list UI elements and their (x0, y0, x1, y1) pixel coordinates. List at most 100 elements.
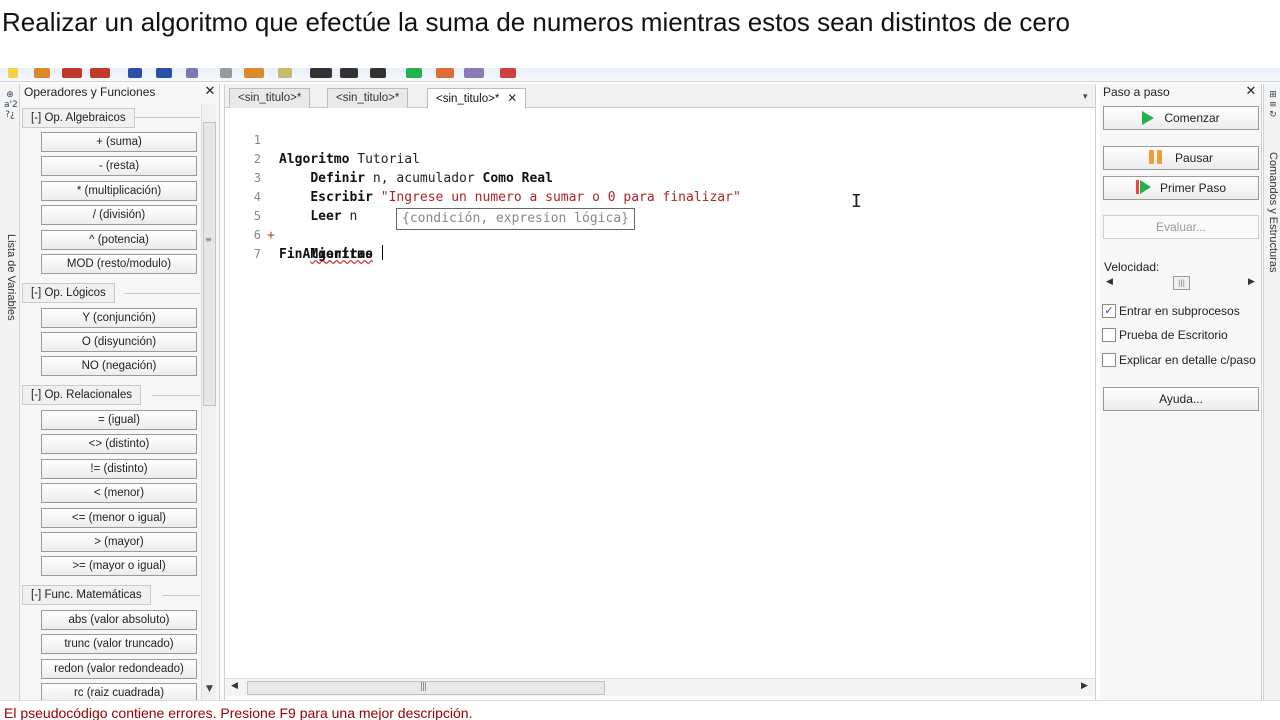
speed-slider[interactable]: ◀ ||| ▶ (1104, 276, 1258, 290)
scroll-left-icon[interactable]: ◀ (231, 681, 238, 691)
tab-file-3[interactable]: <sin_titulo>* ✕ (427, 88, 527, 109)
section-title-label: Func. Matemáticas (44, 589, 142, 601)
comment-icon[interactable] (370, 68, 386, 78)
flowchart-icon[interactable] (464, 68, 484, 78)
op-resta-button[interactable]: - (resta) (41, 156, 197, 176)
redo-icon[interactable] (156, 68, 172, 78)
desk-check-checkbox[interactable]: Prueba de Escritorio (1102, 327, 1262, 343)
code-line: 5 + Mientras (225, 188, 1095, 262)
func-rc-button[interactable]: rc (raiz cuadrada) (41, 683, 197, 700)
page-title: Realizar un algoritmo que efectúe la sum… (2, 7, 1071, 37)
op-multiplicacion-button[interactable]: * (multiplicación) (41, 181, 197, 201)
checkbox-label: Entrar en subprocesos (1119, 304, 1240, 318)
slider-left-icon[interactable]: ◀ (1106, 277, 1113, 287)
section-divider (152, 395, 200, 396)
tab-file-1[interactable]: <sin_titulo>* (229, 88, 311, 108)
print-icon[interactable] (90, 68, 110, 78)
slider-right-icon[interactable]: ▶ (1248, 277, 1255, 287)
section-title-label: Op. Algebraicos (44, 112, 126, 124)
op-mayor-button[interactable]: > (mayor) (41, 532, 197, 552)
op-mayor-igual-button[interactable]: >= (mayor o igual) (41, 556, 197, 576)
collapse-toggle[interactable]: [-] (31, 287, 41, 299)
checkbox-box[interactable] (1102, 353, 1116, 367)
op-division-button[interactable]: / (división) (41, 205, 197, 225)
tab-bar: <sin_titulo>* <sin_titulo>* <sin_titulo>… (225, 84, 1095, 109)
step-icon[interactable] (436, 68, 454, 78)
start-button[interactable]: Comenzar (1103, 106, 1259, 130)
variables-strip[interactable]: ⊕ a'2 ?¿ Lista de Variables (0, 84, 20, 700)
section-title-label: Op. Relacionales (44, 389, 133, 401)
section-relational[interactable]: [-] Op. Relacionales (22, 385, 142, 405)
step-into-subprocesses-checkbox[interactable]: ✓ Entrar en subprocesos (1102, 303, 1262, 319)
collapse-toggle[interactable]: [-] (31, 589, 41, 601)
code-line: 2 Definir n, acumulador Como Real (225, 131, 1095, 186)
op-distinto-button[interactable]: <> (distinto) (41, 434, 197, 454)
evaluate-button[interactable]: Evaluar... (1103, 215, 1259, 239)
code-line: 4 Leer n (225, 169, 1095, 224)
unindent-icon[interactable] (340, 68, 358, 78)
func-redon-button[interactable]: redon (valor redondeado) (41, 659, 197, 679)
op-o-button[interactable]: O (disyunción) (41, 332, 197, 352)
collapse-toggle[interactable]: [-] (31, 389, 41, 401)
copy-icon[interactable] (220, 68, 232, 78)
section-algebraic[interactable]: [-] Op. Algebraicos (22, 108, 135, 128)
op-menor-igual-button[interactable]: <= (menor o igual) (41, 508, 197, 528)
section-divider (124, 117, 200, 118)
close-icon[interactable]: ✕ (507, 89, 517, 107)
section-title-label: Op. Lógicos (44, 287, 106, 299)
paste-icon[interactable] (244, 68, 264, 78)
tab-label: <sin_titulo>* (436, 93, 500, 105)
scrollbar-thumb[interactable] (203, 122, 216, 406)
open-icon[interactable] (8, 68, 18, 78)
first-step-button[interactable]: Primer Paso (1103, 176, 1259, 200)
text-caret (381, 245, 383, 260)
save-as-icon[interactable] (62, 68, 82, 78)
func-abs-button[interactable]: abs (valor absoluto) (41, 610, 197, 630)
indent-icon[interactable] (310, 68, 332, 78)
pause-button[interactable]: Pausar (1103, 146, 1259, 170)
variables-strip-label: Lista de Variables (5, 234, 17, 321)
op-y-button[interactable]: Y (conjunción) (41, 308, 197, 328)
section-logical[interactable]: [-] Op. Lógicos (22, 283, 115, 303)
tab-menu-icon[interactable]: ▾ (1083, 92, 1093, 102)
speed-label: Velocidad: (1104, 260, 1160, 274)
code-area[interactable]: 1 Algoritmo Tutorial 2 Definir n, acumul… (225, 112, 1095, 678)
tab-file-2[interactable]: <sin_titulo>* (327, 88, 409, 108)
close-icon[interactable]: ✕ (203, 84, 217, 100)
toolbar (0, 68, 1280, 82)
explain-detail-checkbox[interactable]: Explicar en detalle c/paso (1102, 352, 1262, 368)
help-button[interactable]: Ayuda... (1103, 387, 1259, 411)
section-math-functions[interactable]: [-] Func. Matemáticas (22, 585, 151, 605)
help-icon[interactable] (500, 68, 516, 78)
checkbox-box[interactable]: ✓ (1102, 304, 1116, 318)
op-potencia-button[interactable]: ^ (potencia) (41, 230, 197, 250)
operators-panel: Operadores y Funciones ✕ [-] Op. Algebra… (20, 84, 220, 700)
commands-strip-label: Comandos y Estructuras (1267, 152, 1279, 273)
horizontal-scrollbar[interactable]: ◀ ||| ▶ (225, 678, 1095, 696)
save-icon[interactable] (34, 68, 50, 78)
op-distinto-alt-button[interactable]: != (distinto) (41, 459, 197, 479)
commands-strip[interactable]: ⊞ ≡ ↻ Comandos y Estructuras (1263, 84, 1280, 700)
op-menor-button[interactable]: < (menor) (41, 483, 197, 503)
section-divider (124, 293, 200, 294)
op-suma-button[interactable]: + (suma) (41, 132, 197, 152)
cut-icon[interactable] (186, 68, 198, 78)
scroll-right-icon[interactable]: ▶ (1081, 681, 1088, 691)
pseint-window: Realizar un algoritmo que efectúe la sum… (0, 0, 1280, 720)
scroll-down-icon[interactable]: ▼ (204, 684, 215, 694)
collapse-toggle[interactable]: [-] (31, 112, 41, 124)
undo-icon[interactable] (128, 68, 142, 78)
scrollbar-thumb[interactable]: ||| (247, 681, 605, 695)
op-mod-button[interactable]: MOD (resto/modulo) (41, 254, 197, 274)
close-icon[interactable]: ✕ (1244, 84, 1258, 100)
op-no-button[interactable]: NO (negación) (41, 356, 197, 376)
operators-scrollbar[interactable]: ≡ ▼ (201, 104, 216, 700)
run-icon[interactable] (406, 68, 422, 78)
checkbox-box[interactable] (1102, 328, 1116, 342)
code-editor: <sin_titulo>* <sin_titulo>* <sin_titulo>… (224, 84, 1096, 700)
func-trunc-button[interactable]: trunc (valor truncado) (41, 634, 197, 654)
code-line: 1 Algoritmo Tutorial (225, 112, 1095, 167)
find-icon[interactable] (278, 68, 292, 78)
op-igual-button[interactable]: = (igual) (41, 410, 197, 430)
slider-thumb[interactable]: ||| (1173, 276, 1190, 290)
